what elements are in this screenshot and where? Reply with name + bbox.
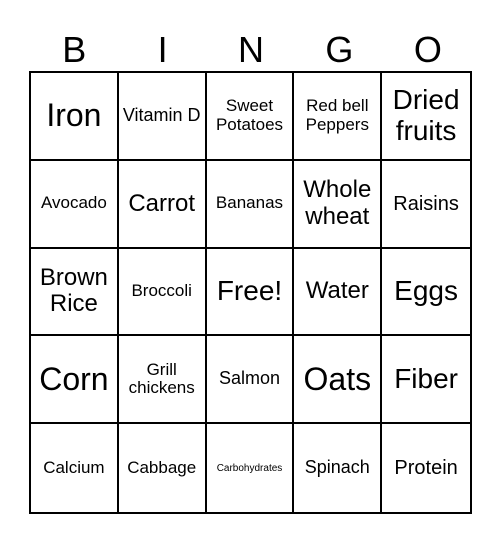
bingo-cell[interactable]: Spinach <box>294 424 383 512</box>
bingo-cell[interactable]: Oats <box>294 336 383 425</box>
bingo-cell[interactable]: Vitamin D <box>118 73 207 161</box>
header-letter-g: G <box>325 29 354 70</box>
bingo-cell[interactable]: Whole wheat <box>294 160 383 249</box>
header-letter-i: I <box>157 29 168 70</box>
bingo-cell[interactable]: Brown Rice <box>31 248 119 337</box>
bingo-cell[interactable]: Raisins <box>382 161 470 249</box>
bingo-cell[interactable]: Avocado <box>31 160 119 249</box>
bingo-cell[interactable]: Iron <box>31 73 119 161</box>
bingo-cell[interactable]: Broccoli <box>118 248 207 337</box>
bingo-cell[interactable]: Protein <box>382 424 470 512</box>
bingo-cell[interactable]: Sweet Potatoes <box>206 73 295 161</box>
header-letter-o: O <box>413 29 442 70</box>
bingo-cell[interactable]: Grill chickens <box>118 336 207 425</box>
bingo-cell[interactable]: Salmon <box>206 336 295 425</box>
bingo-cell[interactable]: Corn <box>31 336 119 425</box>
bingo-cell[interactable]: Eggs <box>382 249 470 337</box>
free-space-cell[interactable]: Free! <box>206 248 295 337</box>
bingo-board: Iron Vitamin D Sweet Potatoes Red bell P… <box>29 71 472 514</box>
bingo-cell[interactable]: Calcium <box>31 424 119 512</box>
bingo-cell[interactable]: Red bell Peppers <box>294 73 383 161</box>
header-letter-n: N <box>238 29 265 70</box>
header-letter-b: B <box>62 29 87 70</box>
bingo-cell[interactable]: Water <box>294 248 383 337</box>
bingo-cell[interactable]: Bananas <box>206 160 295 249</box>
bingo-header: B I N G O <box>30 28 472 72</box>
bingo-cell[interactable]: Carbohydrates <box>207 424 295 512</box>
bingo-cell[interactable]: Carrot <box>118 160 207 249</box>
bingo-cell[interactable]: Cabbage <box>119 424 207 512</box>
bingo-cell[interactable]: Fiber <box>382 336 470 425</box>
bingo-cell[interactable]: Dried fruits <box>382 73 470 161</box>
